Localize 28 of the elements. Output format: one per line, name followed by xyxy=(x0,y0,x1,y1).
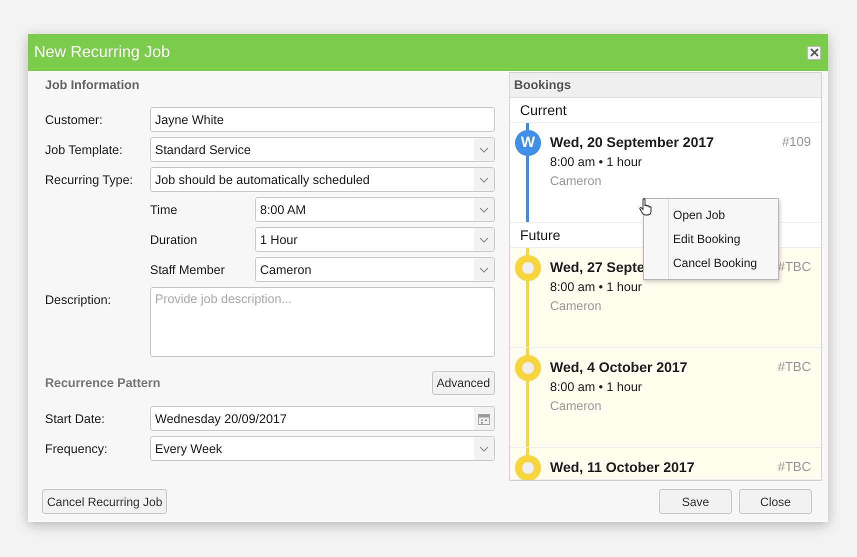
booking-marker: W xyxy=(515,130,541,156)
field-label: Customer: xyxy=(45,112,104,126)
booking-staff: Cameron xyxy=(550,174,602,188)
booking-time: 8:00 am • 1 hour xyxy=(550,380,643,394)
field-label: Duration xyxy=(150,232,198,246)
booking-number: #TBC xyxy=(778,259,811,275)
booking-date: Wed, 11 October 2017 xyxy=(550,459,694,475)
booking-time: 8:00 am • 1 hour xyxy=(550,280,643,294)
booking-staff: Cameron xyxy=(550,299,602,313)
booking-date: Wed, 4 October 2017 xyxy=(550,359,688,375)
field-label: Time xyxy=(150,202,178,216)
field-label: Staff Member xyxy=(150,262,226,276)
section-heading: Job Information xyxy=(45,77,140,94)
booking-date: Wed, 20 September 2017 xyxy=(550,134,714,150)
section-heading: Recurrence Pattern xyxy=(45,376,160,390)
booking-number: #109 xyxy=(782,134,811,150)
booking-staff: Cameron xyxy=(550,399,602,413)
window-title: New Recurring Job xyxy=(34,44,170,62)
booking-number: #TBC xyxy=(778,459,811,475)
field-label: Description: xyxy=(45,293,112,307)
field-label: Recurring Type: xyxy=(45,172,134,186)
field-label: Start Date: xyxy=(45,412,106,426)
booking-date: Wed, 27 Septe xyxy=(550,259,645,275)
booking-number: #TBC xyxy=(778,359,811,375)
panel-header: Bookings xyxy=(510,73,821,98)
field-label: Frequency: xyxy=(45,442,109,456)
booking-time: 8:00 am • 1 hour xyxy=(550,155,643,169)
field-label: Job Template: xyxy=(45,142,124,156)
